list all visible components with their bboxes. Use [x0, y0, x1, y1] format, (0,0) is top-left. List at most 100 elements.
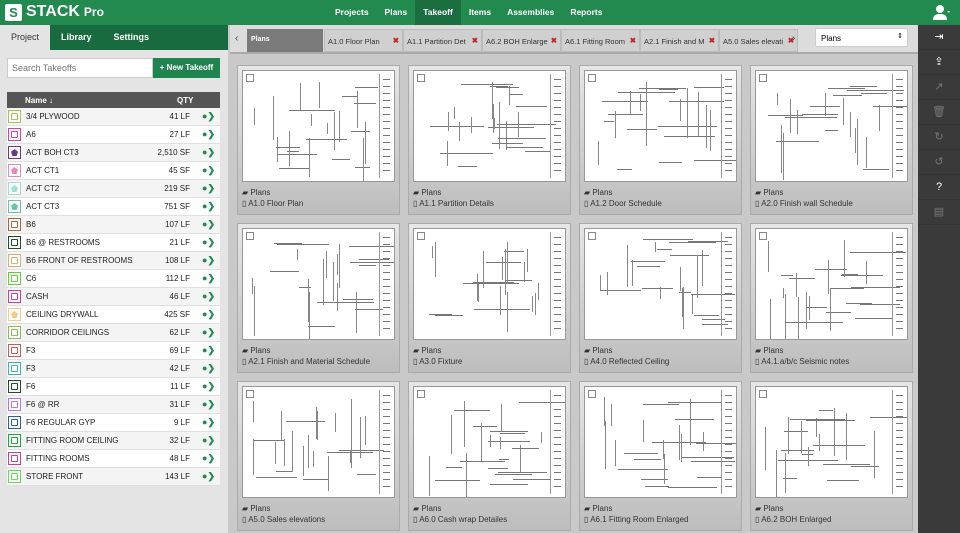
- nav-takeoff[interactable]: Takeoff: [415, 0, 461, 25]
- takeoff-row[interactable]: ACT CT2 219 SF ●❯: [7, 180, 220, 198]
- open-takeoff-icon[interactable]: ●❯: [202, 111, 215, 122]
- takeoff-row[interactable]: CASH 46 LF ●❯: [7, 288, 220, 306]
- sheet-thumbnail[interactable]: [755, 386, 908, 498]
- plan-tab[interactable]: A6.1 Fitting Room ✖: [561, 29, 640, 52]
- sheet-thumbnail[interactable]: [584, 70, 737, 182]
- sheet-card[interactable]: ▰ Plans ▯ A4.1.a/b/c Seismic notes: [750, 223, 913, 373]
- open-takeoff-icon[interactable]: ●❯: [202, 399, 215, 410]
- takeoff-row[interactable]: FITTING ROOM CEILING 32 LF ●❯: [7, 432, 220, 450]
- tabs-scroll-left-icon[interactable]: ‹: [235, 33, 238, 44]
- close-tab-icon[interactable]: ✖: [393, 36, 399, 45]
- select-sheet-checkbox[interactable]: [588, 232, 596, 240]
- sheet-card[interactable]: ▰ Plans ▯ A6.2 BOH Enlarged: [750, 381, 913, 531]
- nav-items[interactable]: Items: [461, 0, 499, 25]
- tab-settings[interactable]: Settings: [103, 25, 161, 50]
- open-takeoff-icon[interactable]: ●❯: [202, 129, 215, 140]
- tabs-scroll-right-icon[interactable]: ›: [792, 33, 795, 44]
- sheet-card[interactable]: ▰ Plans ▯ A1.2 Door Schedule: [579, 65, 742, 215]
- takeoff-row[interactable]: F6 @ RR 31 LF ●❯: [7, 396, 220, 414]
- takeoff-row[interactable]: ACT BOH CT3 2,510 SF ●❯: [7, 144, 220, 162]
- new-takeoff-button[interactable]: + New Takeoff: [153, 58, 220, 78]
- takeoff-row[interactable]: STORE FRONT 143 LF ●❯: [7, 468, 220, 486]
- sheet-thumbnail[interactable]: [584, 228, 737, 340]
- close-tab-icon[interactable]: ✖: [551, 36, 557, 45]
- takeoff-row[interactable]: ACT CT1 45 SF ●❯: [7, 162, 220, 180]
- plans-select[interactable]: Plans ⇕: [815, 28, 908, 47]
- sheet-thumbnail[interactable]: [584, 386, 737, 498]
- sheet-thumbnail[interactable]: [242, 70, 395, 182]
- plan-tab[interactable]: A6.2 BOH Enlarge ✖: [482, 29, 561, 52]
- open-takeoff-icon[interactable]: ●❯: [202, 201, 215, 212]
- open-takeoff-icon[interactable]: ●❯: [202, 237, 215, 248]
- open-takeoff-icon[interactable]: ●❯: [202, 453, 215, 464]
- select-sheet-checkbox[interactable]: [246, 74, 254, 82]
- takeoff-row[interactable]: B6 FRONT OF RESTROOMS 108 LF ●❯: [7, 252, 220, 270]
- plan-tab[interactable]: A2.1 Finish and M ✖: [640, 29, 719, 52]
- select-sheet-checkbox[interactable]: [417, 232, 425, 240]
- open-takeoff-icon[interactable]: ●❯: [202, 363, 215, 374]
- open-takeoff-icon[interactable]: ●❯: [202, 183, 215, 194]
- takeoff-row[interactable]: C6 112 LF ●❯: [7, 270, 220, 288]
- open-takeoff-icon[interactable]: ●❯: [202, 417, 215, 428]
- sheet-card[interactable]: ▰ Plans ▯ A2.1 Finish and Material Schedu…: [237, 223, 400, 373]
- close-tab-icon[interactable]: ✖: [472, 36, 478, 45]
- open-takeoff-icon[interactable]: ●❯: [202, 309, 215, 320]
- sheet-thumbnail[interactable]: [242, 386, 395, 498]
- sheet-card[interactable]: ▰ Plans ▯ A3.0 Fixture: [408, 223, 571, 373]
- sheet-card[interactable]: ▰ Plans ▯ A6.1 Fitting Room Enlarged: [579, 381, 742, 531]
- logo[interactable]: S STACK Pro: [5, 3, 104, 21]
- sheet-card[interactable]: ▰ Plans ▯ A1.1 Partition Details: [408, 65, 571, 215]
- select-sheet-checkbox[interactable]: [417, 74, 425, 82]
- select-sheet-checkbox[interactable]: [588, 390, 596, 398]
- open-takeoff-icon[interactable]: ●❯: [202, 327, 215, 338]
- sheet-card[interactable]: ▰ Plans ▯ A5.0 Sales elevations: [237, 381, 400, 531]
- user-icon[interactable]: [932, 4, 950, 20]
- plan-tab[interactable]: A1.0 Floor Plan ✖: [324, 29, 403, 52]
- sheet-thumbnail[interactable]: [242, 228, 395, 340]
- sheet-card[interactable]: ▰ Plans ▯ A2.0 Finish wall Schedule: [750, 65, 913, 215]
- search-takeoffs-input[interactable]: [7, 58, 153, 78]
- open-takeoff-icon[interactable]: ●❯: [202, 435, 215, 446]
- open-takeoff-icon[interactable]: ●❯: [202, 291, 215, 302]
- open-takeoff-icon[interactable]: ●❯: [202, 255, 215, 266]
- takeoff-row[interactable]: CEILING DRYWALL 425 SF ●❯: [7, 306, 220, 324]
- close-tab-icon[interactable]: ✖: [630, 36, 636, 45]
- tab-project[interactable]: Project: [0, 25, 51, 50]
- takeoff-row[interactable]: F3 69 LF ●❯: [7, 342, 220, 360]
- sign-in-icon[interactable]: ⇥: [918, 25, 960, 50]
- sheet-card[interactable]: ▰ Plans ▯ A4.0 Reflected Ceiling: [579, 223, 742, 373]
- sheet-thumbnail[interactable]: [755, 228, 908, 340]
- help-icon[interactable]: ?: [918, 175, 960, 200]
- plan-tab[interactable]: A1.1 Partition Det ✖: [403, 29, 482, 52]
- plan-tab[interactable]: A5.0 Sales elevati ✖: [719, 29, 798, 52]
- nav-reports[interactable]: Reports: [562, 0, 610, 25]
- select-sheet-checkbox[interactable]: [246, 232, 254, 240]
- nav-assemblies[interactable]: Assemblies: [499, 0, 562, 25]
- takeoff-row[interactable]: F6 REGULAR GYP 9 LF ●❯: [7, 414, 220, 432]
- open-takeoff-icon[interactable]: ●❯: [202, 345, 215, 356]
- upload-icon[interactable]: ⇪: [918, 50, 960, 75]
- takeoff-row[interactable]: FITTING ROOMS 48 LF ●❯: [7, 450, 220, 468]
- takeoff-row[interactable]: F3 42 LF ●❯: [7, 360, 220, 378]
- takeoff-row[interactable]: B6 @ RESTROOMS 21 LF ●❯: [7, 234, 220, 252]
- nav-plans[interactable]: Plans: [377, 0, 416, 25]
- takeoff-row[interactable]: A6 27 LF ●❯: [7, 126, 220, 144]
- sheet-thumbnail[interactable]: [413, 70, 566, 182]
- select-sheet-checkbox[interactable]: [759, 390, 767, 398]
- tab-plans[interactable]: Plans: [247, 29, 323, 52]
- open-takeoff-icon[interactable]: ●❯: [202, 273, 215, 284]
- open-takeoff-icon[interactable]: ●❯: [202, 381, 215, 392]
- takeoff-row[interactable]: CORRIDOR CEILINGS 62 LF ●❯: [7, 324, 220, 342]
- close-tab-icon[interactable]: ✖: [709, 36, 715, 45]
- nav-projects[interactable]: Projects: [327, 0, 377, 25]
- sheet-card[interactable]: ▰ Plans ▯ A1.0 Floor Plan: [237, 65, 400, 215]
- takeoff-row[interactable]: B6 107 LF ●❯: [7, 216, 220, 234]
- sheet-thumbnail[interactable]: [413, 386, 566, 498]
- select-sheet-checkbox[interactable]: [246, 390, 254, 398]
- open-takeoff-icon[interactable]: ●❯: [202, 147, 215, 158]
- select-sheet-checkbox[interactable]: [588, 74, 596, 82]
- takeoff-row[interactable]: 3/4 PLYWOOD 41 LF ●❯: [7, 108, 220, 126]
- name-column-header[interactable]: Name ↓: [25, 96, 53, 105]
- open-takeoff-icon[interactable]: ●❯: [202, 471, 215, 482]
- open-takeoff-icon[interactable]: ●❯: [202, 219, 215, 230]
